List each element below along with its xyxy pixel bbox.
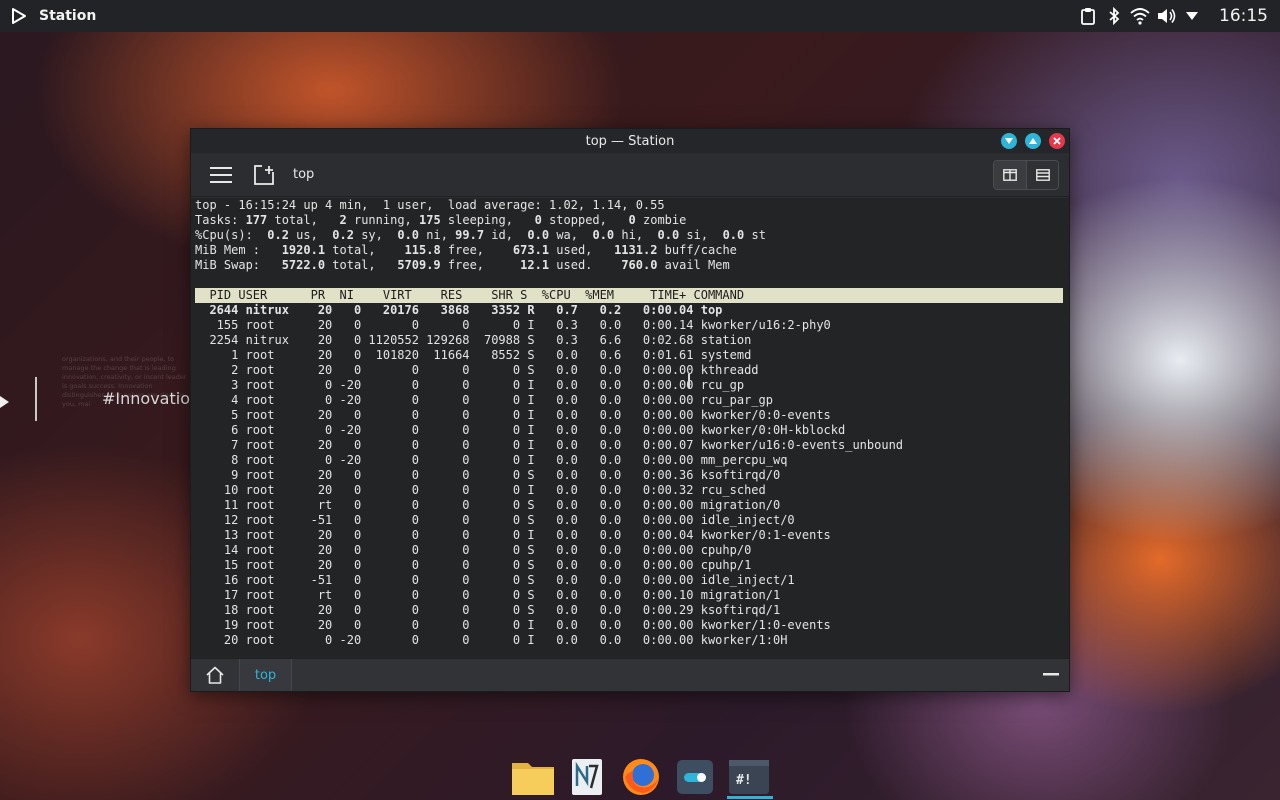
active-app-indicator	[727, 796, 773, 799]
process-row: 11 root rt 0 0 0 0 S 0.0 0.0 0:00.00 mig…	[195, 498, 781, 512]
system-tray: 16:15	[1075, 0, 1280, 32]
text-cursor	[688, 374, 690, 388]
window-controls	[993, 133, 1065, 149]
dock: #!	[506, 754, 776, 800]
process-row: 12 root -51 0 0 0 0 S 0.0 0.0 0:00.00 id…	[195, 513, 795, 527]
process-row: 1 root 20 0 101820 11664 8552 S 0.0 0.6 …	[195, 348, 752, 362]
home-icon[interactable]	[191, 659, 240, 691]
window-statusbar: top	[191, 658, 1069, 691]
process-row: 9 root 20 0 0 0 0 S 0.0 0.0 0:00.36 ksof…	[195, 468, 781, 482]
process-row: 6 root 0 -20 0 0 0 I 0.0 0.0 0:00.00 kwo…	[195, 423, 846, 437]
process-row: 8 root 0 -20 0 0 0 I 0.0 0.0 0:00.00 mm_…	[195, 453, 788, 467]
top-cpu-line: %Cpu(s): 0.2 us, 0.2 sy, 0.0 ni, 99.7 id…	[195, 228, 766, 242]
active-app-title: Station	[39, 8, 97, 24]
top-swap-line: MiB Swap: 5722.0 total, 5709.9 free, 12.…	[195, 258, 730, 272]
bluetooth-icon[interactable]	[1103, 5, 1125, 27]
process-row: 155 root 20 0 0 0 0 I 0.3 0.0 0:00.14 kw…	[195, 318, 831, 332]
process-row: 19 root 20 0 0 0 0 I 0.0 0.0 0:00.00 kwo…	[195, 618, 831, 632]
new-tab-icon[interactable]	[251, 161, 279, 189]
current-tab-title: top	[293, 167, 315, 182]
clipboard-icon[interactable]	[1077, 5, 1099, 27]
split-horizontal-icon[interactable]	[994, 161, 1026, 189]
process-row: 16 root -51 0 0 0 0 S 0.0 0.0 0:00.00 id…	[195, 573, 795, 587]
split-view-toggle	[993, 160, 1059, 190]
volume-icon[interactable]	[1155, 5, 1177, 27]
top-uptime-line: top - 16:15:24 up 4 min, 1 user, load av…	[195, 198, 665, 212]
process-row: 17 root rt 0 0 0 0 S 0.0 0.0 0:00.10 mig…	[195, 588, 781, 602]
window-toolbar: top	[191, 153, 1069, 197]
hamburger-menu-icon[interactable]	[207, 161, 235, 189]
settings-toggle-icon[interactable]	[671, 755, 719, 799]
close-button[interactable]	[1049, 133, 1065, 149]
top-tasks-line: Tasks: 177 total, 2 running, 175 sleepin…	[195, 213, 687, 227]
files-icon[interactable]	[509, 755, 557, 799]
top-panel: Station 16:15	[0, 0, 1280, 32]
process-row: 18 root 20 0 0 0 0 S 0.0 0.0 0:00.29 kso…	[195, 603, 781, 617]
notes-icon[interactable]	[563, 755, 611, 799]
process-row: 7 root 20 0 0 0 0 I 0.0 0.0 0:00.07 kwor…	[195, 438, 904, 452]
window-titlebar[interactable]: top — Station	[191, 129, 1069, 153]
process-row: 2 root 20 0 0 0 0 S 0.0 0.0 0:00.00 kthr…	[195, 363, 759, 377]
svg-text:#!: #!	[736, 773, 752, 788]
clock[interactable]: 16:15	[1219, 6, 1268, 26]
window-title: top — Station	[585, 133, 675, 149]
dash-icon[interactable]	[1033, 659, 1069, 691]
process-row: 2644 nitrux 20 0 20176 3868 3352 R 0.7 0…	[195, 303, 723, 317]
dropdown-arrow-icon[interactable]	[1181, 5, 1203, 27]
widget-hashtag: #Innovation	[102, 389, 201, 408]
launcher-play-icon[interactable]	[9, 6, 29, 26]
minimize-button[interactable]	[1001, 133, 1017, 149]
process-row: 20 root 0 -20 0 0 0 I 0.0 0.0 0:00.00 kw…	[195, 633, 788, 647]
process-row: 13 root 20 0 0 0 0 I 0.0 0.0 0:00.04 kwo…	[195, 528, 831, 542]
desktop-quote-widget: organizations, and their people, to mana…	[0, 355, 200, 440]
process-row: 2254 nitrux 20 0 1120552 129268 70988 S …	[195, 333, 752, 347]
maximize-button[interactable]	[1025, 133, 1041, 149]
wifi-icon[interactable]	[1129, 5, 1151, 27]
station-terminal-icon[interactable]: #!	[725, 755, 773, 799]
split-vertical-icon[interactable]	[1026, 161, 1058, 189]
process-row: 3 root 0 -20 0 0 0 I 0.0 0.0 0:00.00 rcu…	[195, 378, 745, 392]
process-row: 15 root 20 0 0 0 0 S 0.0 0.0 0:00.00 cpu…	[195, 558, 752, 572]
terminal-output[interactable]: top - 16:15:24 up 4 min, 1 user, load av…	[191, 198, 1069, 658]
process-row: 10 root 20 0 0 0 0 I 0.0 0.0 0:00.32 rcu…	[195, 483, 766, 497]
firefox-icon[interactable]	[617, 755, 665, 799]
process-row: 5 root 20 0 0 0 0 I 0.0 0.0 0:00.00 kwor…	[195, 408, 831, 422]
process-row: 4 root 0 -20 0 0 0 I 0.0 0.0 0:00.00 rcu…	[195, 393, 773, 407]
process-row: 14 root 20 0 0 0 0 S 0.0 0.0 0:00.00 cpu…	[195, 543, 752, 557]
widget-divider	[35, 377, 37, 421]
process-table-header: PID USER PR NI VIRT RES SHR S %CPU %MEM …	[195, 288, 1063, 303]
station-window: top — Station top top - 16:15:24 up 4 mi…	[190, 128, 1070, 692]
top-mem-line: MiB Mem : 1920.1 total, 115.8 free, 673.…	[195, 243, 737, 257]
widget-arrow-icon[interactable]	[0, 393, 10, 408]
tab-top[interactable]: top	[240, 659, 292, 691]
